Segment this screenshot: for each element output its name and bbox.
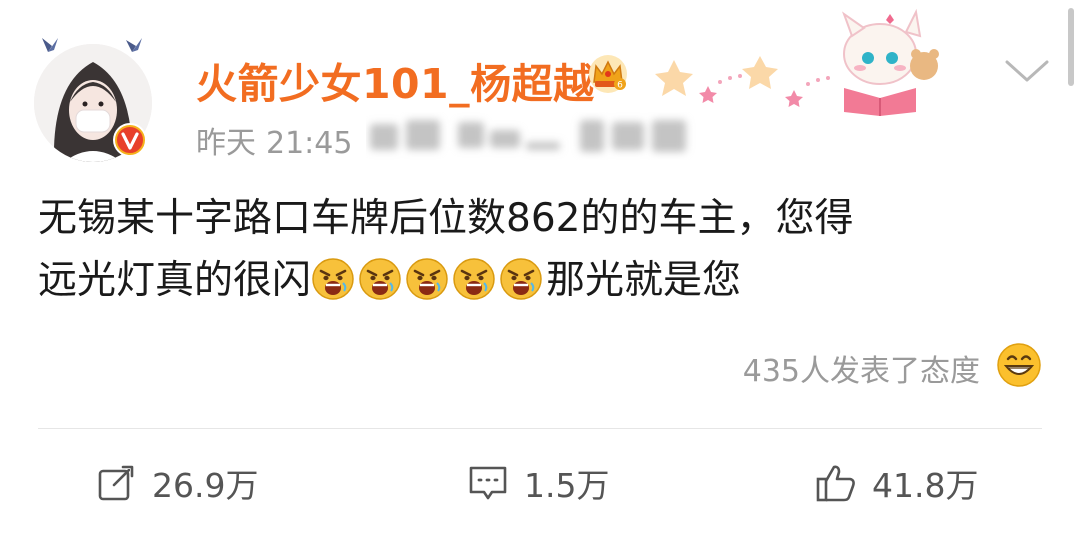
post-meta: 昨天 21:45 <box>196 118 352 162</box>
like-count: 41.8万 <box>872 466 979 505</box>
laughing-face-emoji[interactable] <box>996 342 1042 388</box>
weibo-post-card: 火箭少女101_杨超越 6 昨天 21:45 无锡某十字路口车牌后位数862的的… <box>0 0 1080 539</box>
comment-button[interactable]: 1.5万 <box>466 458 609 508</box>
reactions-summary[interactable]: 435人发表了态度 <box>743 346 980 390</box>
username[interactable]: 火箭少女101_杨超越 <box>196 50 595 110</box>
svg-text:6: 6 <box>617 81 623 91</box>
comment-count: 1.5万 <box>524 466 610 505</box>
comment-icon <box>469 466 507 500</box>
divider <box>38 428 1042 429</box>
like-button[interactable]: 41.8万 <box>814 458 978 508</box>
post-text-line-1: 无锡某十字路口车牌后位数862的的车主，您得 <box>38 196 854 241</box>
avatar-container[interactable] <box>34 32 164 162</box>
repost-button[interactable]: 26.9万 <box>94 458 258 508</box>
vip-crown-icon[interactable]: 6 <box>586 52 630 94</box>
scrollbar[interactable] <box>1068 8 1074 86</box>
angry-face-emoji <box>500 258 542 300</box>
post-text-line-2: 远光灯真的很闪 那光就是您 <box>38 250 1048 320</box>
angry-face-emoji <box>359 258 401 300</box>
thumbs-up-icon <box>816 465 855 502</box>
share-icon <box>98 463 136 501</box>
angry-emoji-row <box>311 257 546 320</box>
post-day: 昨天 <box>196 126 256 161</box>
post-text: 无锡某十字路口车牌后位数862的的车主，您得 远光灯真的很闪 那光就是您 <box>38 188 1048 320</box>
post-text-line-2-end: 那光就是您 <box>546 258 742 303</box>
repost-count: 26.9万 <box>152 466 259 505</box>
post-time: 21:45 <box>266 126 353 161</box>
angry-face-emoji <box>312 258 354 300</box>
blurred-source-redaction <box>370 120 686 152</box>
angry-face-emoji <box>406 258 448 300</box>
chevron-down-icon[interactable] <box>1004 58 1050 84</box>
angry-face-emoji <box>453 258 495 300</box>
verified-badge-icon <box>113 123 147 157</box>
cartoon-reading-animals-decoration <box>655 8 939 116</box>
post-text-line-2-start: 远光灯真的很闪 <box>38 258 312 303</box>
